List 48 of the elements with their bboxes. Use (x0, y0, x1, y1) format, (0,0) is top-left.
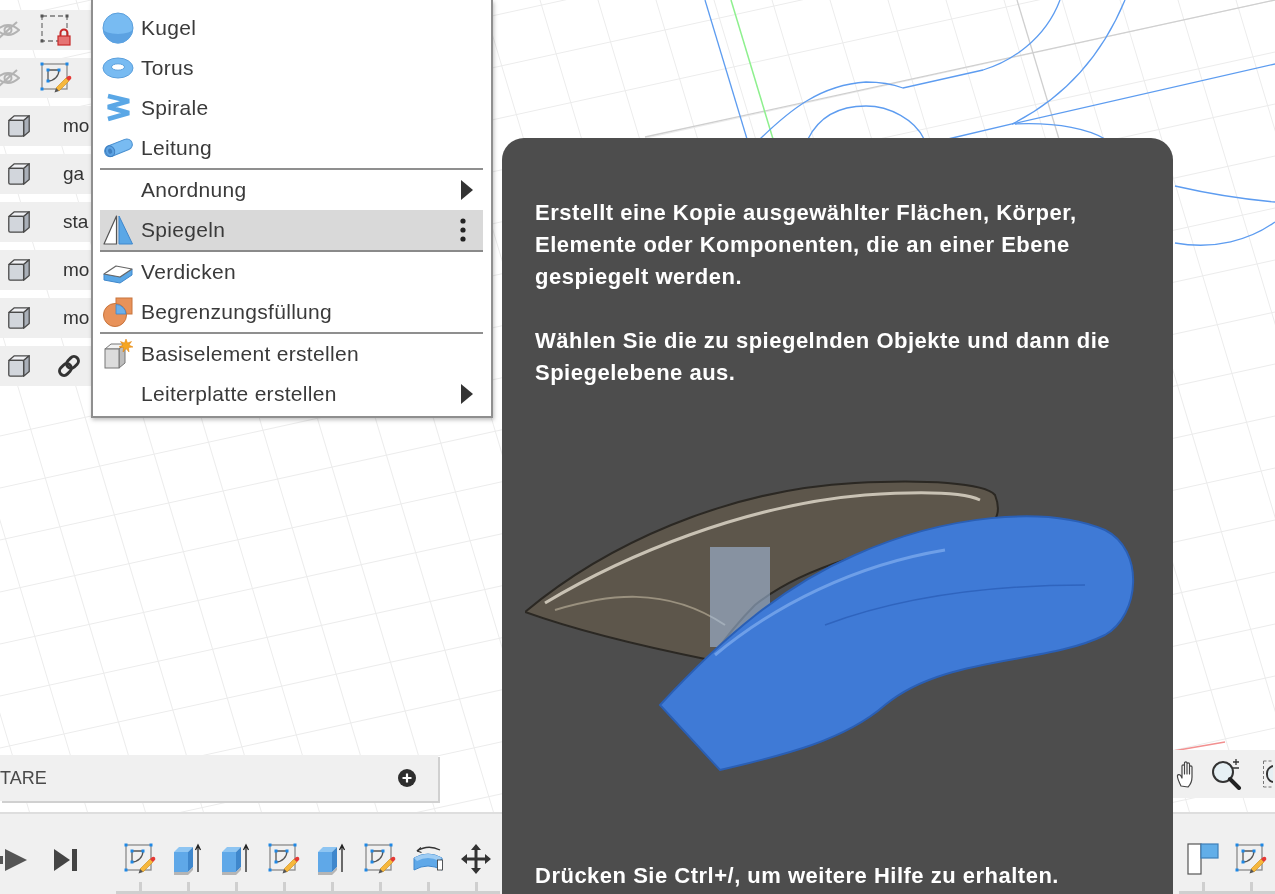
tooltip-text: Erstellt eine Kopie ausgewählter Flächen, Körper, Elemente oder Komponenten, die an einer Ebene gespiegelt werden. (535, 199, 1078, 291)
cube-icon (6, 161, 32, 187)
menu-item[interactable]: Anordnung (100, 170, 483, 210)
sketch-pencil-icon[interactable] (364, 843, 396, 875)
cube-arrow-icon[interactable] (172, 843, 204, 875)
menu-item[interactable]: Basiselement erstellen (100, 334, 483, 374)
browser-item[interactable]: mo (0, 106, 91, 146)
browser-item[interactable]: mo (0, 298, 91, 338)
menu-item[interactable]: Spiegeln (100, 210, 483, 252)
skip-end-icon[interactable] (54, 848, 77, 872)
browser-item[interactable]: sta (0, 202, 91, 242)
more-icon[interactable] (460, 218, 466, 242)
menu-item[interactable]: Spirale (100, 88, 483, 128)
browser-item[interactable]: mo (0, 250, 91, 290)
play-icon[interactable] (0, 847, 27, 873)
sketch-pencil-icon[interactable] (124, 843, 156, 875)
sphere-icon (102, 12, 134, 44)
cube-icon (6, 353, 32, 379)
two-panel-icon[interactable] (1187, 843, 1219, 875)
mirror-triangles-icon (102, 214, 134, 246)
panel-title: TARE (0, 767, 47, 789)
tooltip-hint: Drücken Sie Ctrl+/, um weitere Hilfe zu erhalten. (535, 862, 1059, 890)
browser-item[interactable]: ga (0, 154, 91, 194)
cube-arrow-icon[interactable] (220, 843, 252, 875)
move-arrows-icon[interactable] (460, 843, 492, 875)
browser-item[interactable] (0, 346, 91, 386)
tooltip-text: Wählen Sie die zu spiegelnden Objekte und dann die Spiegelebene aus. (535, 327, 1112, 387)
cube-icon (6, 113, 32, 139)
cube-arrow-icon[interactable] (316, 843, 348, 875)
circle-square-icon (102, 296, 134, 328)
menu-item[interactable]: Begrenzungsfüllung (100, 292, 483, 332)
cube-icon (6, 305, 32, 331)
zoom-icon[interactable] (1211, 758, 1243, 790)
submenu-arrow-icon (461, 384, 473, 404)
menu-item[interactable]: Kugel (100, 8, 483, 48)
menu-item[interactable]: Leitung (100, 128, 483, 168)
sketch-pencil-icon[interactable] (268, 843, 300, 875)
menu-item[interactable]: Leiterplatte erstellen (100, 374, 483, 414)
cube-icon (6, 209, 32, 235)
menu-item[interactable]: Torus (100, 48, 483, 88)
sketch-pencil-icon[interactable] (1235, 843, 1267, 875)
cube-star-icon (102, 338, 134, 370)
add-icon[interactable] (398, 769, 416, 787)
submenu-arrow-icon (461, 180, 473, 200)
cube-icon (6, 257, 32, 283)
menu-item[interactable]: Verdicken (100, 252, 483, 292)
zoom-window-icon[interactable] (1263, 757, 1273, 791)
hand-icon[interactable] (1176, 760, 1194, 788)
